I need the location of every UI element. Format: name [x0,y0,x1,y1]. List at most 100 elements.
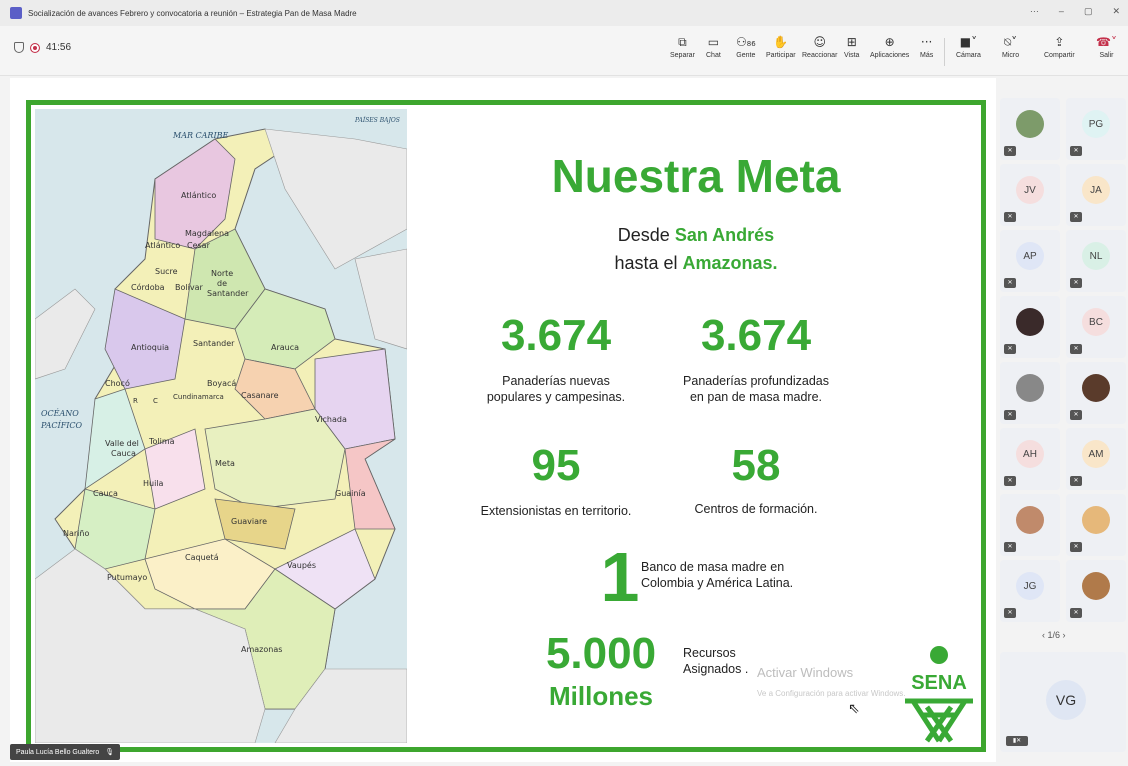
bank-caption-line: Colombia y América Latina. [641,576,794,590]
map-department-label: Santander [193,339,235,348]
map-department-label: Casanare [241,391,279,400]
participant-tile[interactable]: PG ✕ [1066,98,1126,160]
participant-tile[interactable]: BC ✕ [1066,296,1126,358]
map-department-label: Amazonas [241,645,283,654]
slide-content: Nuestra Meta Desde San Andrés hasta el A… [411,105,981,747]
map-sea-label: PACÍFICO [41,421,83,430]
bank-value: 1 [600,538,640,616]
participant-tile[interactable]: AH ✕ [1000,428,1060,490]
chevron-right-icon[interactable]: › [1063,630,1066,640]
mic-button[interactable]: ⍉˅ Micro [1002,34,1019,59]
separate-label: Separar [670,52,695,59]
windows-activation-watermark: Activar Windows [757,665,854,680]
participant-tile[interactable]: AP ✕ [1000,230,1060,292]
map-department-label: Cauca [111,449,136,458]
more-icon: ··· [920,35,933,49]
participant-tile[interactable]: AM ✕ [1066,428,1126,490]
map-department-label: Chocó [105,379,130,388]
participant-tile[interactable]: ✕ [1000,494,1060,556]
separate-button[interactable]: ⧉ Separar [670,34,695,59]
raise-hand-button[interactable]: ✋ Participar [766,34,796,59]
avatar: JV [1016,176,1044,204]
map-department-label: Cauca [93,489,118,498]
camera-button[interactable]: ■˅ Cámara [956,34,981,59]
view-button[interactable]: ⊞ Vista [844,34,859,59]
participant-tile[interactable]: JG ✕ [1000,560,1060,622]
mic-muted-icon: ✕ [1070,212,1082,222]
share-button[interactable]: ⇪ Compartir [1044,34,1075,59]
mic-muted-icon: ✕ [1070,476,1082,486]
money-caption-line: Recursos [683,646,736,660]
mic-muted-icon: ✕ [1070,278,1082,288]
stat-caption-line: en pan de masa madre. [689,390,823,404]
mic-muted-icon: ✕ [1004,608,1016,618]
stat-caption: Extensionistas en territorio. [480,504,632,518]
map-department-label: Bolívar [175,283,203,292]
more-button[interactable]: ··· Más [920,34,933,59]
presentation-slide: MAR CARIBE PAÍSES BAJOS OCÉANO PACÍFICO … [26,100,986,752]
subtitle-highlight: Amazonas. [682,253,778,273]
react-button[interactable]: ☺ Reaccionar [802,34,837,59]
avatar: AP [1016,242,1044,270]
participant-tile[interactable]: ✕ [1066,362,1126,424]
apps-icon: ⊕ [884,35,895,49]
map-department-label: Antioquia [131,343,170,352]
mic-muted-icon: ✕ [1004,146,1016,156]
subtitle-text: hasta el [614,253,683,273]
map-department-label: Atlántico [181,191,217,200]
leave-button[interactable]: ☎˅ Salir [1096,34,1117,59]
raise-hand-label: Participar [766,52,796,59]
slide-subtitle: Desde San Andrés hasta el Amazonas. [411,221,981,277]
minimize-icon[interactable]: – [1059,6,1064,17]
restore-icon[interactable]: ▢ [1084,6,1093,17]
map-department-label: Vaupés [287,561,316,570]
participant-tile[interactable]: ✕ [1000,98,1060,160]
map-department-label: Guainía [335,489,366,498]
self-avatar: VG [1046,680,1086,720]
avatar [1016,110,1044,138]
map-department-label: Boyacá [207,379,237,388]
participant-tile[interactable]: JV ✕ [1000,164,1060,226]
map-graphic [35,109,407,743]
self-video-tile[interactable]: VG ▮✕ [1000,652,1126,752]
mic-muted-icon: ✕ [1004,542,1016,552]
mouse-cursor-icon: ⇖ [848,700,860,716]
avatar [1016,374,1044,402]
participant-tile[interactable]: NL ✕ [1066,230,1126,292]
share-label: Compartir [1044,52,1075,59]
bank-caption-line: Banco de masa madre en [641,560,785,574]
avatar [1082,374,1110,402]
avatar: NL [1082,242,1110,270]
meeting-toolbar: 41:56 ⧉ Separar ▭ Chat ⚇86 Gente ✋ Parti… [0,26,1128,76]
avatar [1016,308,1044,336]
colombia-map: MAR CARIBE PAÍSES BAJOS OCÉANO PACÍFICO … [35,109,407,743]
people-count: 86 [746,40,756,48]
mic-muted-icon: ✕ [1070,146,1082,156]
avatar: JA [1082,176,1110,204]
participant-tile[interactable]: JA ✕ [1066,164,1126,226]
chat-icon: ▭ [707,35,720,49]
participant-tile[interactable]: ✕ [1066,494,1126,556]
mic-muted-icon: ✕ [1004,410,1016,420]
subtitle-highlight: San Andrés [674,225,775,245]
participant-tile[interactable]: ✕ [1000,362,1060,424]
people-button[interactable]: ⚇86 Gente [736,34,756,59]
chat-button[interactable]: ▭ Chat [706,34,721,59]
participant-tile[interactable]: ✕ [1000,296,1060,358]
mic-muted-icon: ▮✕ [1006,736,1028,746]
map-department-label: Caquetá [185,553,219,562]
mic-muted-icon: ✕ [1070,410,1082,420]
avatar [1082,572,1110,600]
map-department-label: Santander [207,289,249,298]
close-icon[interactable]: ✕ [1112,6,1120,17]
apps-button[interactable]: ⊕ Aplicaciones [870,34,909,59]
avatar [1082,506,1110,534]
money-unit: Millones [548,681,653,711]
window-title: Socialización de avances Febrero y convo… [28,8,357,18]
react-icon: ☺ [813,35,826,49]
svg-text:SENA: SENA [911,672,967,694]
camera-off-icon: ■˅ [959,35,978,49]
participant-tile[interactable]: ✕ [1066,560,1126,622]
chevron-left-icon[interactable]: ‹ [1042,630,1045,640]
ellipsis-icon[interactable]: ··· [1030,6,1039,17]
